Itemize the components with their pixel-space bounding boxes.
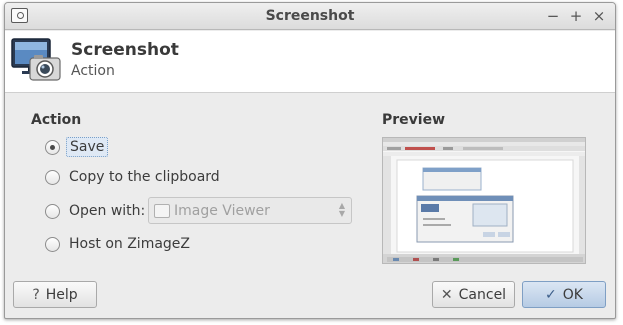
- radio-save[interactable]: Save: [45, 136, 109, 158]
- ok-button[interactable]: ✓ OK: [522, 281, 606, 308]
- titlebar[interactable]: Screenshot − + ×: [5, 3, 615, 30]
- ok-button-label: OK: [562, 286, 583, 303]
- question-icon: ?: [32, 286, 40, 303]
- radio-label-copy: Copy to the clipboard: [69, 169, 220, 185]
- radio-button[interactable]: [45, 203, 60, 219]
- radio-copy-clipboard[interactable]: Copy to the clipboard: [45, 166, 223, 188]
- window-title: Screenshot: [265, 8, 355, 24]
- radio-host-zimagez[interactable]: Host on ZimageZ: [45, 233, 193, 255]
- radio-label-open-with: Open with:: [69, 203, 146, 219]
- checkmark-icon: ✓: [545, 286, 557, 303]
- cancel-button-label: Cancel: [458, 286, 507, 303]
- header-title: Screenshot: [71, 40, 179, 60]
- maximize-button[interactable]: +: [568, 7, 584, 25]
- radio-label-save: Save: [66, 137, 109, 157]
- radio-button[interactable]: [45, 169, 60, 185]
- open-with-select[interactable]: Image Viewer ▲ ▼: [148, 197, 352, 224]
- screenshot-app-icon: [11, 38, 61, 81]
- radio-label-host: Host on ZimageZ: [69, 236, 191, 252]
- screenshot-preview-image: [382, 137, 586, 264]
- help-button-label: Help: [45, 286, 78, 303]
- cancel-icon: ✕: [440, 286, 453, 303]
- radio-button[interactable]: [45, 236, 60, 252]
- open-with-value: Image Viewer: [174, 202, 270, 219]
- screenshot-dialog: Screenshot − + × Screenshot Action Actio…: [4, 2, 616, 319]
- image-viewer-icon: [154, 203, 170, 218]
- radio-button[interactable]: [45, 139, 60, 155]
- close-button[interactable]: ×: [591, 7, 607, 25]
- cancel-button[interactable]: ✕ Cancel: [432, 281, 515, 308]
- chevron-updown-icon: ▲ ▼: [338, 201, 345, 218]
- dialog-header: Screenshot Action: [5, 31, 615, 93]
- preview-thumbnail: [383, 138, 585, 263]
- help-button[interactable]: ? Help: [13, 281, 97, 308]
- header-subtitle: Action: [71, 63, 115, 79]
- preview-heading: Preview: [382, 112, 446, 128]
- minimize-button[interactable]: −: [545, 7, 561, 25]
- radio-open-with[interactable]: Open with:: [45, 200, 148, 222]
- action-heading: Action: [31, 112, 82, 128]
